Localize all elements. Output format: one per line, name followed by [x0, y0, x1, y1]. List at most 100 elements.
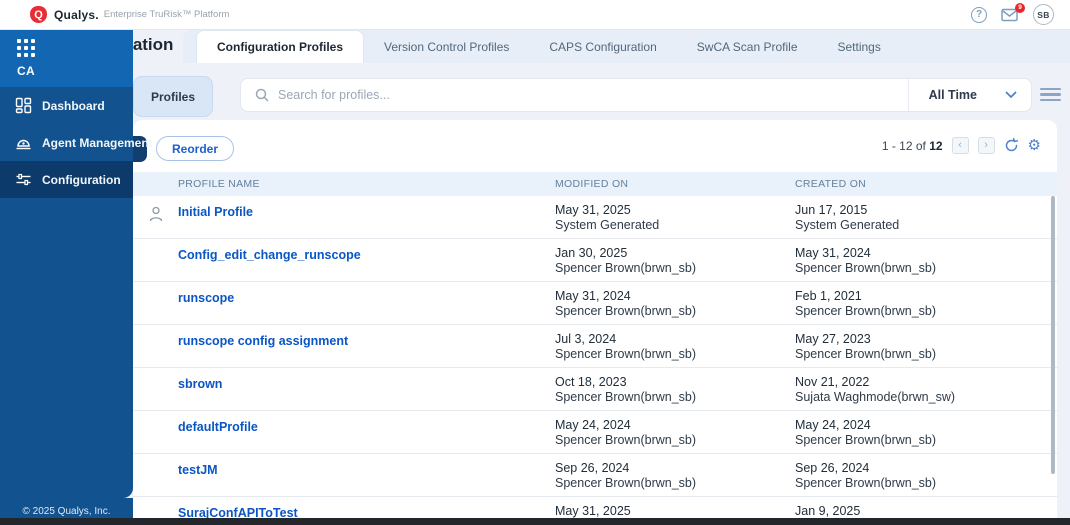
menu-toggle-icon[interactable]: [1040, 88, 1061, 101]
column-created-on[interactable]: CREATED ON: [795, 178, 1057, 190]
modified-date: May 24, 2024: [555, 418, 795, 433]
created-date: Jun 17, 2015: [795, 203, 1057, 218]
created-by: Spencer Brown(brwn_sb): [795, 261, 1057, 276]
user-avatar[interactable]: SB: [1033, 4, 1054, 25]
created-date: Feb 1, 2021: [795, 289, 1057, 304]
modified-by: Spencer Brown(brwn_sb): [555, 390, 795, 405]
module-grid-icon[interactable]: [17, 39, 36, 58]
tab-strip: Configuration Profiles Version Control P…: [183, 30, 1070, 63]
profile-name-link[interactable]: Config_edit_change_runscope: [178, 239, 555, 281]
search-icon: [255, 88, 269, 102]
pagination-total: 12: [929, 139, 942, 153]
chevron-down-icon: [1005, 91, 1017, 99]
profile-name-link[interactable]: testJM: [178, 454, 555, 496]
sliders-icon: [15, 171, 32, 188]
created-date: Nov 21, 2022: [795, 375, 1057, 390]
sidebar-item-label: Configuration: [42, 173, 121, 187]
header-actions: ? 9 SB: [971, 4, 1054, 25]
app-header: Q Qualys. Enterprise TruRisk™ Platform ?…: [0, 0, 1070, 30]
table-row[interactable]: defaultProfile May 24, 2024Spencer Brown…: [133, 411, 1057, 454]
search-bar: All Time: [240, 78, 1032, 112]
table-row[interactable]: runscope May 31, 2024Spencer Brown(brwn_…: [133, 282, 1057, 325]
created-date: May 27, 2023: [795, 332, 1057, 347]
created-by: Spencer Brown(brwn_sb): [795, 433, 1057, 448]
created-date: May 24, 2024: [795, 418, 1057, 433]
created-date: Jan 9, 2025: [795, 504, 1057, 518]
created-by: Spencer Brown(brwn_sb): [795, 347, 1057, 362]
pagination: 1 - 12 of 12 ‹ › ⚙: [882, 137, 1041, 154]
column-profile-name[interactable]: PROFILE NAME: [178, 178, 555, 190]
sidebar-item-label: Dashboard: [42, 99, 105, 113]
sidebar-item-agent-management[interactable]: Agent Management: [0, 124, 133, 161]
sidebar-item-dashboard[interactable]: Dashboard: [0, 87, 133, 124]
module-code: CA: [17, 64, 133, 78]
modified-by: Spencer Brown(brwn_sb): [555, 347, 795, 362]
notification-badge: 9: [1015, 3, 1025, 13]
modified-by: Spencer Brown(brwn_sb): [555, 304, 795, 319]
help-icon[interactable]: ?: [971, 7, 987, 23]
created-by: Sujata Waghmode(brwn_sw): [795, 390, 1057, 405]
pagination-range: 1 - 12 of 12: [882, 139, 943, 153]
sidebar-item-configuration[interactable]: Configuration: [0, 161, 133, 198]
modified-date: Sep 26, 2024: [555, 461, 795, 476]
created-by: System Generated: [795, 218, 1057, 233]
table-row[interactable]: Initial Profile May 31, 2025System Gener…: [133, 196, 1057, 239]
profile-name-link[interactable]: Initial Profile: [178, 196, 555, 238]
tab-swca-scan-profile[interactable]: SwCA Scan Profile: [677, 30, 818, 63]
window-bottom-edge: [0, 518, 1070, 525]
modified-date: Oct 18, 2023: [555, 375, 795, 390]
tab-caps-configuration[interactable]: CAPS Configuration: [529, 30, 676, 63]
column-modified-on[interactable]: MODIFIED ON: [555, 178, 795, 190]
modified-date: Jan 30, 2025: [555, 246, 795, 261]
modified-date: May 31, 2024: [555, 289, 795, 304]
modified-by: Spencer Brown(brwn_sb): [555, 261, 795, 276]
module-picker[interactable]: CA: [0, 30, 133, 87]
platform-name: Enterprise TruRisk™ Platform: [104, 9, 230, 20]
table-header: PROFILE NAME MODIFIED ON CREATED ON: [133, 172, 1057, 196]
modified-by: Spencer Brown(brwn_sb): [555, 476, 795, 491]
vertical-scrollbar[interactable]: [1051, 196, 1055, 474]
modified-date: May 31, 2025: [555, 504, 795, 518]
table-row[interactable]: Config_edit_change_runscope Jan 30, 2025…: [133, 239, 1057, 282]
tab-configuration-profiles[interactable]: Configuration Profiles: [196, 30, 364, 63]
gear-icon[interactable]: ⚙: [1028, 138, 1041, 153]
table-row[interactable]: sbrown Oct 18, 2023Spencer Brown(brwn_sb…: [133, 368, 1057, 411]
modified-date: May 31, 2025: [555, 203, 795, 218]
created-by: Spencer Brown(brwn_sb): [795, 476, 1057, 491]
created-date: May 31, 2024: [795, 246, 1057, 261]
next-page-button[interactable]: ›: [978, 137, 995, 154]
reorder-button[interactable]: Reorder: [156, 136, 234, 161]
refresh-icon[interactable]: [1004, 138, 1019, 153]
profile-name-link[interactable]: defaultProfile: [178, 411, 555, 453]
subtab-profiles[interactable]: Profiles: [133, 76, 213, 117]
profile-name-link[interactable]: sbrown: [178, 368, 555, 410]
search-input[interactable]: [278, 88, 908, 102]
time-filter-dropdown[interactable]: All Time: [908, 79, 1031, 111]
sidebar: CA Dashboard Agent Management: [0, 30, 133, 525]
table-body: Initial Profile May 31, 2025System Gener…: [133, 196, 1057, 518]
person-icon: [149, 206, 163, 222]
sidebar-menu: Dashboard Agent Management Configuration: [0, 87, 133, 498]
brand-name: Qualys.: [54, 8, 99, 22]
qualys-logo-icon: Q: [30, 6, 47, 23]
profile-name-link[interactable]: SurajConfAPIToTest: [178, 497, 555, 518]
dashboard-icon: [15, 97, 32, 114]
table-row[interactable]: runscope config assignment Jul 3, 2024Sp…: [133, 325, 1057, 368]
table-row[interactable]: SurajConfAPIToTest May 31, 2025 Jan 9, 2…: [133, 497, 1057, 518]
profile-name-link[interactable]: runscope config assignment: [178, 325, 555, 367]
profile-name-link[interactable]: runscope: [178, 282, 555, 324]
time-filter-value: All Time: [929, 88, 977, 102]
tab-settings[interactable]: Settings: [818, 30, 901, 63]
prev-page-button[interactable]: ‹: [952, 137, 969, 154]
profiles-panel: Reorder 1 - 12 of 12 ‹ › ⚙ PROFILE NAME …: [133, 120, 1057, 518]
modified-date: Jul 3, 2024: [555, 332, 795, 347]
table-row[interactable]: testJM Sep 26, 2024Spencer Brown(brwn_sb…: [133, 454, 1057, 497]
created-by: Spencer Brown(brwn_sb): [795, 304, 1057, 319]
sidebar-item-label: Agent Management: [42, 136, 153, 150]
tab-version-control-profiles[interactable]: Version Control Profiles: [364, 30, 529, 63]
notifications-icon[interactable]: 9: [1001, 8, 1019, 22]
modified-by: System Generated: [555, 218, 795, 233]
created-date: Sep 26, 2024: [795, 461, 1057, 476]
modified-by: Spencer Brown(brwn_sb): [555, 433, 795, 448]
agent-icon: [15, 134, 32, 151]
